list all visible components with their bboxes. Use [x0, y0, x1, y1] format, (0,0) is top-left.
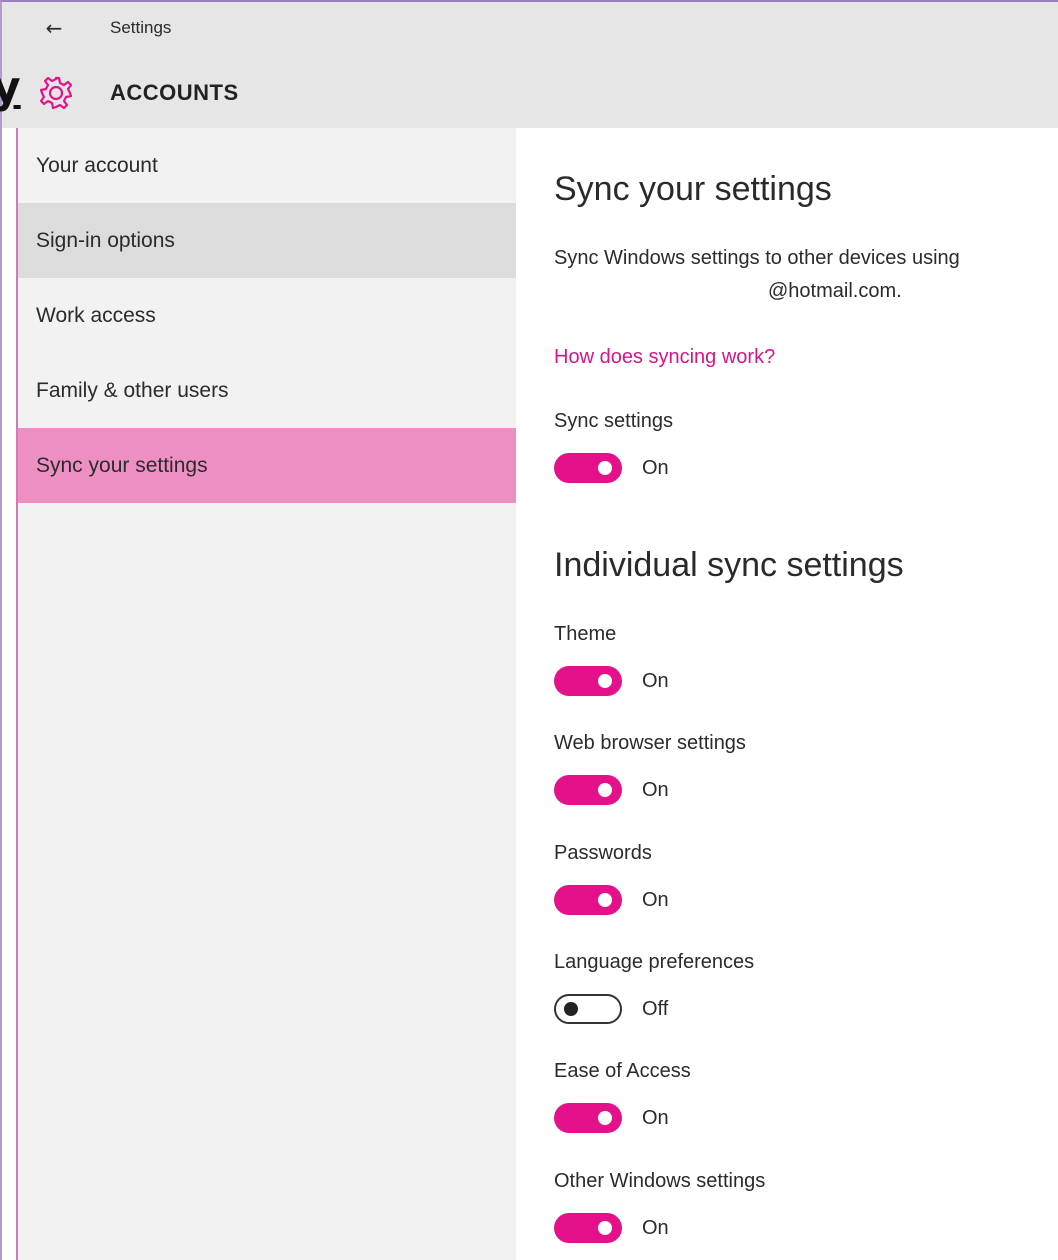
section-title: ACCOUNTS: [110, 80, 239, 105]
toggle-knob: [598, 893, 612, 907]
sync-description: Sync Windows settings to other devices u…: [554, 242, 1054, 308]
toggle-knob: [564, 1002, 578, 1016]
sidebar-item-sign-in-options[interactable]: Sign-in options: [18, 203, 516, 278]
sync-settings-row: On: [554, 453, 669, 483]
other-windows-settings-label: Other Windows settings: [554, 1170, 766, 1192]
title-bar: ← Settings: [2, 2, 1058, 54]
ease-of-access-label: Ease of Access: [554, 1060, 691, 1082]
page-title: Sync your settings: [554, 170, 832, 208]
other-windows-settings-toggle[interactable]: [554, 1213, 622, 1243]
passwords-state: On: [642, 888, 669, 911]
web-browser-settings-state: On: [642, 778, 669, 801]
sidebar: Your account Sign-in options Work access…: [16, 128, 516, 1260]
other-windows-settings-state: On: [642, 1216, 669, 1239]
app-title: Settings: [110, 18, 172, 37]
toggle-knob: [598, 783, 612, 797]
toggle-knob: [598, 1221, 612, 1235]
other-windows-settings-row: On: [554, 1213, 669, 1243]
sidebar-item-work-access[interactable]: Work access: [18, 278, 516, 353]
theme-toggle[interactable]: [554, 666, 622, 696]
language-preferences-row: Off: [554, 994, 668, 1024]
ease-of-access-toggle[interactable]: [554, 1103, 622, 1133]
sidebar-item-your-account[interactable]: Your account: [18, 128, 516, 203]
arrow-left-icon[interactable]: ←: [40, 14, 68, 42]
how-syncing-works-link[interactable]: How does syncing work?: [554, 346, 775, 369]
theme-row: On: [554, 666, 669, 696]
individual-sync-title: Individual sync settings: [554, 546, 904, 584]
sync-description-line2: @hotmail.com.: [768, 280, 902, 302]
theme-state: On: [642, 669, 669, 692]
web-browser-settings-row: On: [554, 775, 669, 805]
language-preferences-state: Off: [642, 997, 669, 1020]
passwords-label: Passwords: [554, 842, 652, 864]
sync-settings-state: On: [642, 456, 669, 479]
passwords-row: On: [554, 885, 669, 915]
sync-settings-label: Sync settings: [554, 410, 673, 432]
sidebar-item-family-other-users[interactable]: Family & other users: [18, 353, 516, 428]
language-preferences-toggle[interactable]: [554, 994, 622, 1024]
ease-of-access-row: On: [554, 1103, 669, 1133]
content-pane: Sync your settings Sync Windows settings…: [516, 128, 1058, 1260]
sync-description-line1: Sync Windows settings to other devices u…: [554, 247, 960, 269]
settings-window: ← Settings y ACCOUNTS Your account Sign-…: [0, 0, 1058, 1260]
ease-of-access-state: On: [642, 1106, 669, 1129]
toggle-knob: [598, 674, 612, 688]
sidebar-item-sync-your-settings[interactable]: Sync your settings: [18, 428, 516, 503]
section-header: y ACCOUNTS: [0, 54, 1058, 128]
overlay-glyph: y: [0, 62, 21, 113]
toggle-knob: [598, 1111, 612, 1125]
web-browser-settings-toggle[interactable]: [554, 775, 622, 805]
toggle-knob: [598, 461, 612, 475]
web-browser-settings-label: Web browser settings: [554, 732, 746, 754]
theme-label: Theme: [554, 623, 617, 645]
sync-settings-toggle[interactable]: [554, 453, 622, 483]
gear-icon: [39, 76, 73, 110]
language-preferences-label: Language preferences: [554, 951, 755, 973]
passwords-toggle[interactable]: [554, 885, 622, 915]
